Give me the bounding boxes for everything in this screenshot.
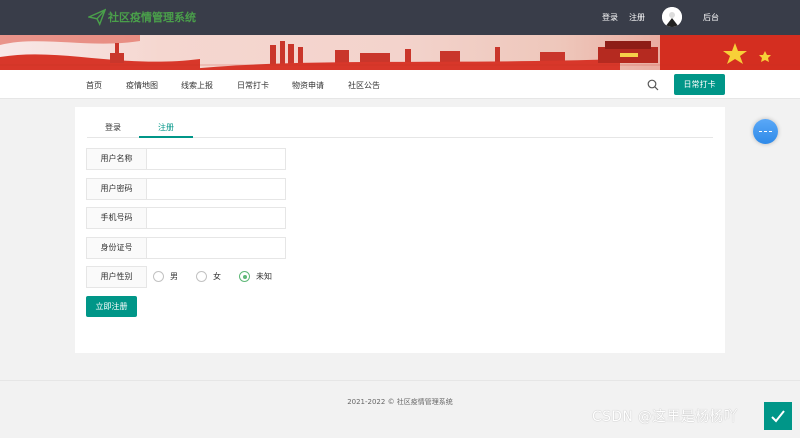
gender-radio-unknown[interactable]: 未知 bbox=[239, 271, 272, 282]
register-link[interactable]: 注册 bbox=[629, 12, 645, 23]
id-number-label: 身份证号 bbox=[86, 237, 147, 259]
banner-image bbox=[0, 35, 800, 70]
password-row: 用户密码 bbox=[86, 178, 286, 200]
nav-item-community-notice[interactable]: 社区公告 bbox=[348, 80, 380, 91]
nav-item-clue-report[interactable]: 线索上报 bbox=[181, 80, 213, 91]
username-field[interactable] bbox=[147, 148, 286, 170]
daily-checkin-button[interactable]: 日常打卡 bbox=[674, 74, 725, 95]
avatar[interactable] bbox=[662, 7, 682, 27]
gender-option-label: 未知 bbox=[256, 272, 272, 281]
gender-option-label: 男 bbox=[170, 272, 178, 281]
dash-line-icon bbox=[759, 131, 772, 132]
paper-plane-icon bbox=[88, 8, 106, 26]
active-tab-indicator bbox=[139, 136, 193, 138]
gender-row: 用户性别 bbox=[86, 266, 147, 288]
avatar-image-icon bbox=[662, 7, 682, 27]
tab-login[interactable]: 登录 bbox=[105, 122, 121, 133]
nav-item-home[interactable]: 首页 bbox=[86, 80, 102, 91]
nav-item-epidemic-map[interactable]: 疫情地图 bbox=[126, 80, 158, 91]
radio-checked-icon bbox=[239, 271, 250, 282]
username-label: 用户名称 bbox=[86, 148, 147, 170]
register-card: 登录 注册 用户名称 用户密码 手机号码 身份证号 用户性别 男 女 未知 立即… bbox=[75, 107, 725, 353]
id-number-row: 身份证号 bbox=[86, 237, 286, 259]
login-link[interactable]: 登录 bbox=[602, 12, 618, 23]
nav-item-daily-checkin[interactable]: 日常打卡 bbox=[237, 80, 269, 91]
admin-link[interactable]: 后台 bbox=[703, 12, 719, 23]
password-label: 用户密码 bbox=[86, 178, 147, 200]
check-mark-icon bbox=[771, 410, 785, 423]
city-skyline-illustration bbox=[0, 35, 800, 70]
password-field[interactable] bbox=[147, 178, 286, 200]
nav-item-supply-request[interactable]: 物资申请 bbox=[292, 80, 324, 91]
floating-helper-button[interactable] bbox=[753, 119, 778, 144]
gender-option-label: 女 bbox=[213, 272, 221, 281]
gender-label: 用户性别 bbox=[86, 266, 147, 288]
search-icon[interactable] bbox=[647, 79, 659, 91]
csdn-watermark: CSDN @这里是杨杨吖 bbox=[592, 409, 738, 425]
phone-row: 手机号码 bbox=[86, 207, 286, 229]
gender-radio-male[interactable]: 男 bbox=[153, 271, 178, 282]
radio-circle-icon bbox=[153, 271, 164, 282]
app-title: 社区疫情管理系统 bbox=[108, 11, 196, 24]
id-number-field[interactable] bbox=[147, 237, 286, 259]
back-to-top-button[interactable] bbox=[764, 402, 792, 430]
phone-field[interactable] bbox=[147, 207, 286, 229]
phone-label: 手机号码 bbox=[86, 207, 147, 229]
radio-circle-icon bbox=[196, 271, 207, 282]
top-header: 社区疫情管理系统 登录 注册 后台 bbox=[0, 0, 800, 35]
username-row: 用户名称 bbox=[86, 148, 286, 170]
register-submit-button[interactable]: 立即注册 bbox=[86, 296, 137, 317]
gender-radio-female[interactable]: 女 bbox=[196, 271, 221, 282]
tab-register[interactable]: 注册 bbox=[158, 122, 174, 133]
app-logo[interactable]: 社区疫情管理系统 bbox=[88, 8, 196, 26]
